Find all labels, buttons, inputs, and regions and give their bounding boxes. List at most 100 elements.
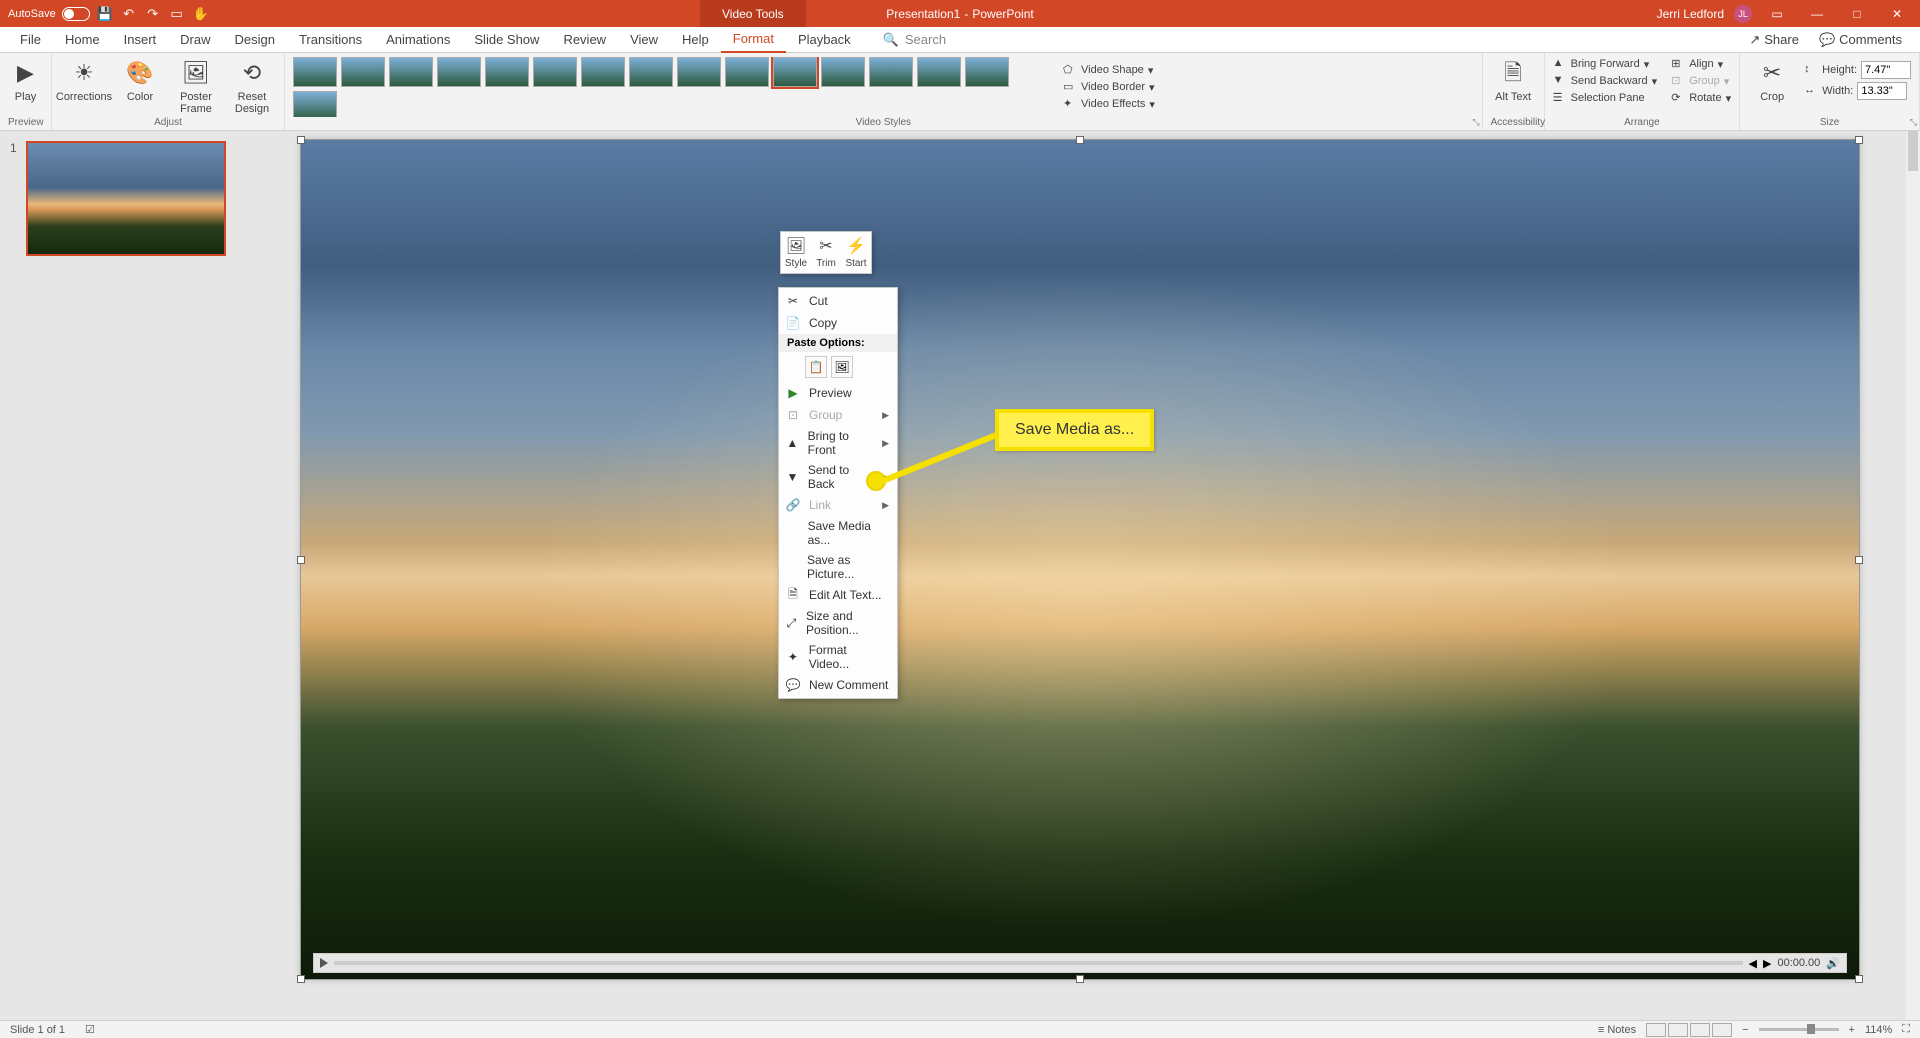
zoom-in-icon[interactable]: +: [1849, 1024, 1855, 1036]
mini-trim-button[interactable]: ✂Trim: [811, 232, 841, 273]
ribbon-options-icon[interactable]: ▭: [1762, 7, 1792, 21]
accessibility-status-icon[interactable]: ☑: [85, 1023, 95, 1036]
video-border-button[interactable]: ▭Video Border ▾: [1063, 80, 1155, 94]
align-button[interactable]: ⊞Align ▾: [1671, 57, 1731, 71]
comments-button[interactable]: 💬 Comments: [1811, 30, 1910, 50]
mini-style-button[interactable]: 🖼Style: [781, 232, 811, 273]
corrections-button[interactable]: ☀ Corrections: [60, 57, 108, 103]
autosave-toggle[interactable]: [62, 7, 90, 21]
maximize-icon[interactable]: □: [1842, 7, 1872, 21]
style-thumb[interactable]: [869, 57, 913, 87]
paste-picture-icon[interactable]: 🖼: [831, 356, 853, 378]
style-thumb[interactable]: [341, 57, 385, 87]
slide-count[interactable]: Slide 1 of 1: [10, 1024, 65, 1036]
video-styles-gallery[interactable]: [293, 57, 1053, 117]
tab-design[interactable]: Design: [223, 27, 287, 53]
mini-start-button[interactable]: ⚡Start: [841, 232, 871, 273]
resize-handle[interactable]: [297, 556, 305, 564]
rotate-button[interactable]: ⟳Rotate ▾: [1671, 91, 1731, 105]
menu-edit-alt-text[interactable]: 🗎Edit Alt Text...: [779, 584, 897, 606]
resize-handle[interactable]: [1855, 136, 1863, 144]
style-thumb[interactable]: [293, 57, 337, 87]
minimize-icon[interactable]: —: [1802, 7, 1832, 21]
style-thumb[interactable]: [581, 57, 625, 87]
bring-forward-button[interactable]: ▲Bring Forward ▾: [1553, 57, 1658, 71]
width-input[interactable]: [1857, 82, 1907, 100]
volume-icon[interactable]: 🔊: [1826, 957, 1840, 970]
style-thumb[interactable]: [965, 57, 1009, 87]
poster-frame-button[interactable]: 🖼 Poster Frame: [172, 57, 220, 115]
style-thumb[interactable]: [533, 57, 577, 87]
zoom-out-icon[interactable]: −: [1742, 1024, 1748, 1036]
tab-review[interactable]: Review: [551, 27, 618, 53]
paste-keep-formatting-icon[interactable]: 📋: [805, 356, 827, 378]
share-button[interactable]: ↗ Share: [1741, 30, 1807, 50]
slide-editor[interactable]: ◀ ▶ 00:00.00 🔊 🖼Style ✂Trim ⚡Start ✂Cut …: [250, 131, 1920, 1020]
crop-button[interactable]: ✂ Crop: [1748, 57, 1796, 103]
tab-file[interactable]: File: [8, 27, 53, 53]
style-thumb[interactable]: [485, 57, 529, 87]
tab-home[interactable]: Home: [53, 27, 112, 53]
resize-handle[interactable]: [297, 975, 305, 983]
zoom-level[interactable]: 114%: [1865, 1024, 1892, 1036]
selection-pane-button[interactable]: ☰Selection Pane: [1553, 91, 1658, 105]
resize-handle[interactable]: [1076, 136, 1084, 144]
dialog-launcher-icon[interactable]: ⤡: [1910, 117, 1917, 128]
resize-handle[interactable]: [1855, 556, 1863, 564]
video-play-icon[interactable]: [320, 958, 328, 968]
present-from-beginning-icon[interactable]: ▭: [168, 5, 186, 23]
tab-view[interactable]: View: [618, 27, 670, 53]
tab-insert[interactable]: Insert: [112, 27, 169, 53]
send-backward-button[interactable]: ▼Send Backward ▾: [1553, 74, 1658, 88]
resize-handle[interactable]: [1076, 975, 1084, 983]
height-input[interactable]: [1861, 61, 1911, 79]
video-step-fwd-icon[interactable]: ▶: [1763, 957, 1771, 970]
resize-handle[interactable]: [297, 136, 305, 144]
alt-text-button[interactable]: 🗎 Alt Text: [1491, 57, 1536, 103]
zoom-slider[interactable]: [1759, 1028, 1839, 1031]
menu-format-video[interactable]: ✦Format Video...: [779, 640, 897, 674]
video-seek-track[interactable]: [334, 961, 1743, 965]
style-thumb[interactable]: [917, 57, 961, 87]
dialog-launcher-icon[interactable]: ⤡: [1472, 117, 1479, 128]
scrollbar-thumb[interactable]: [1908, 131, 1918, 171]
menu-copy[interactable]: 📄Copy: [779, 312, 897, 334]
menu-size-and-position[interactable]: ⤢Size and Position...: [779, 606, 897, 640]
menu-save-media-as[interactable]: Save Media as...: [779, 516, 897, 550]
video-object[interactable]: ◀ ▶ 00:00.00 🔊: [300, 139, 1860, 980]
menu-bring-to-front[interactable]: ▲Bring to Front▶: [779, 426, 897, 460]
fit-to-window-icon[interactable]: ⛶: [1902, 1023, 1910, 1036]
sorter-view-icon[interactable]: [1668, 1023, 1688, 1037]
group-button[interactable]: ⊡Group ▾: [1671, 74, 1731, 88]
tab-format[interactable]: Format: [721, 27, 786, 53]
style-thumb[interactable]: [725, 57, 769, 87]
menu-new-comment[interactable]: 💬New Comment: [779, 674, 897, 696]
touch-mode-icon[interactable]: ✋: [192, 5, 210, 23]
resize-handle[interactable]: [1855, 975, 1863, 983]
menu-save-as-picture[interactable]: Save as Picture...: [779, 550, 897, 584]
style-thumb[interactable]: [389, 57, 433, 87]
search-box[interactable]: 🔍 Search: [883, 32, 946, 48]
vertical-scrollbar[interactable]: [1906, 131, 1920, 1020]
video-shape-button[interactable]: ⬠Video Shape ▾: [1063, 63, 1155, 77]
video-effects-button[interactable]: ✦Video Effects ▾: [1063, 97, 1155, 111]
tab-draw[interactable]: Draw: [168, 27, 222, 53]
style-thumb[interactable]: [293, 91, 337, 117]
video-step-back-icon[interactable]: ◀: [1749, 957, 1757, 970]
tab-slide-show[interactable]: Slide Show: [462, 27, 551, 53]
tab-transitions[interactable]: Transitions: [287, 27, 374, 53]
style-thumb[interactable]: [773, 57, 817, 87]
notes-button[interactable]: ≡ Notes: [1598, 1024, 1636, 1036]
undo-icon[interactable]: ↶: [120, 5, 138, 23]
save-icon[interactable]: 💾: [96, 5, 114, 23]
tab-playback[interactable]: Playback: [786, 27, 863, 53]
tab-animations[interactable]: Animations: [374, 27, 462, 53]
style-thumb[interactable]: [629, 57, 673, 87]
user-name[interactable]: Jerri Ledford: [1657, 7, 1724, 21]
close-icon[interactable]: ✕: [1882, 7, 1912, 21]
tab-help[interactable]: Help: [670, 27, 721, 53]
style-thumb[interactable]: [821, 57, 865, 87]
reset-design-button[interactable]: ⟲ Reset Design: [228, 57, 276, 115]
menu-preview[interactable]: ▶Preview: [779, 382, 897, 404]
color-button[interactable]: 🎨 Color: [116, 57, 164, 103]
